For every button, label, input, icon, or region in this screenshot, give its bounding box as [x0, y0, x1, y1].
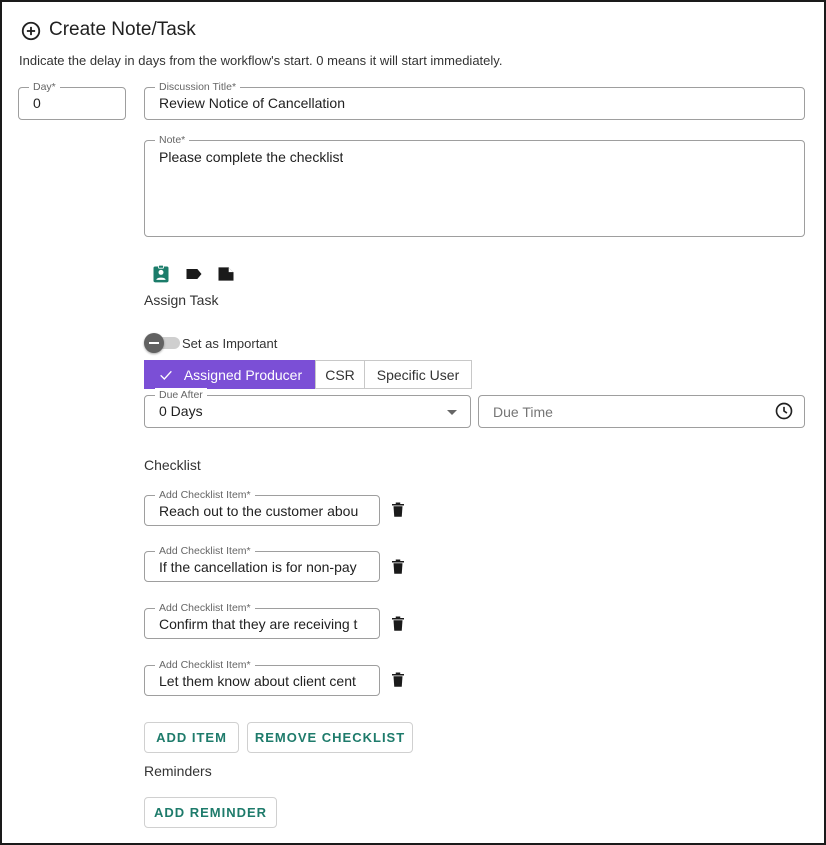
assignee-option-label: CSR: [325, 366, 355, 383]
label-icon[interactable]: [184, 264, 204, 284]
assign-task-label: Assign Task: [144, 292, 219, 308]
checklist-item-label: Add Checklist Item*: [155, 544, 255, 558]
add-item-button[interactable]: ADD ITEM: [144, 722, 239, 753]
checklist-item-label: Add Checklist Item*: [155, 488, 255, 502]
checklist-item-label: Add Checklist Item*: [155, 658, 255, 672]
clock-icon[interactable]: [774, 401, 794, 421]
dropdown-arrow-icon[interactable]: [447, 410, 457, 415]
day-field-label: Day*: [29, 80, 60, 94]
remove-checklist-button[interactable]: REMOVE CHECKLIST: [247, 722, 413, 753]
trash-icon[interactable]: [389, 670, 407, 690]
trash-icon[interactable]: [389, 500, 407, 520]
assignment-ind-icon[interactable]: [151, 264, 171, 284]
sticky-note-icon[interactable]: [216, 264, 236, 284]
checklist-item-field[interactable]: Add Checklist Item* If the cancellation …: [144, 544, 380, 582]
note-field-value: Please complete the checklist: [159, 149, 344, 165]
due-time-field[interactable]: Due Time: [478, 395, 805, 428]
delay-helper-text: Indicate the delay in days from the work…: [19, 53, 503, 68]
discussion-title-value: Review Notice of Cancellation: [159, 95, 345, 111]
day-field[interactable]: Day* 0: [18, 80, 126, 120]
discussion-title-field[interactable]: Discussion Title* Review Notice of Cance…: [144, 80, 805, 120]
checklist-item-value: Reach out to the customer abou: [159, 503, 359, 519]
checklist-item-field[interactable]: Add Checklist Item* Reach out to the cus…: [144, 488, 380, 526]
discussion-title-label: Discussion Title*: [155, 80, 241, 94]
add-circle-icon[interactable]: [20, 20, 42, 42]
page-title: Create Note/Task: [49, 19, 196, 40]
trash-icon[interactable]: [389, 614, 407, 634]
assignee-option-assigned-producer[interactable]: Assigned Producer: [144, 360, 316, 389]
create-note-task-panel: Create Note/Task Indicate the delay in d…: [0, 0, 826, 845]
important-toggle-label: Set as Important: [182, 336, 278, 351]
note-field[interactable]: Note* Please complete the checklist: [144, 133, 805, 237]
checklist-item-value: If the cancellation is for non-pay: [159, 559, 357, 575]
check-icon: [160, 370, 172, 380]
assignee-option-csr[interactable]: CSR: [315, 360, 365, 389]
due-after-label: Due After: [155, 388, 207, 402]
checklist-item-field[interactable]: Add Checklist Item* Let them know about …: [144, 658, 380, 696]
due-after-select[interactable]: Due After 0 Days: [144, 388, 471, 428]
add-reminder-button[interactable]: ADD REMINDER: [144, 797, 277, 828]
checklist-item-value: Let them know about client cent: [159, 673, 356, 689]
assignee-option-specific-user[interactable]: Specific User: [364, 360, 472, 389]
assignee-option-label: Specific User: [376, 366, 460, 383]
due-after-value: 0 Days: [159, 403, 203, 419]
checklist-title: Checklist: [144, 457, 201, 473]
note-field-label: Note*: [155, 133, 190, 147]
assignee-option-label: Assigned Producer: [183, 366, 303, 383]
day-field-value: 0: [33, 95, 41, 111]
due-time-placeholder: Due Time: [493, 404, 553, 420]
checklist-item-value: Confirm that they are receiving t: [159, 616, 358, 632]
trash-icon[interactable]: [389, 557, 407, 577]
checklist-item-field[interactable]: Add Checklist Item* Confirm that they ar…: [144, 601, 380, 639]
checklist-item-label: Add Checklist Item*: [155, 601, 255, 615]
reminders-label: Reminders: [144, 763, 212, 779]
important-toggle-switch[interactable]: [144, 333, 164, 353]
